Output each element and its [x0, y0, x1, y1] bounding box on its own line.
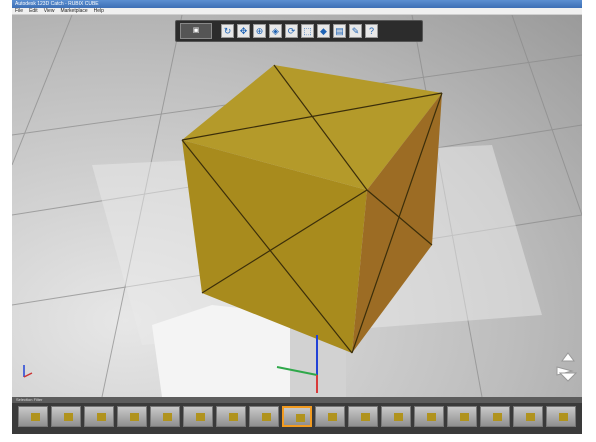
filmstrip-thumbnail[interactable]	[447, 406, 477, 427]
filmstrip-thumbnail[interactable]	[315, 406, 346, 427]
filmstrip-thumbnail[interactable]	[248, 406, 279, 427]
filmstrip-thumbnail[interactable]	[116, 406, 147, 427]
filmstrip-thumbnail[interactable]	[414, 406, 444, 427]
camera-icon[interactable]: ▣	[180, 23, 212, 39]
select-icon[interactable]: ⬚	[301, 24, 314, 38]
filmstrip-thumbnail[interactable]	[182, 406, 213, 427]
filmstrip-thumbnail[interactable]	[281, 406, 313, 427]
photo-filmstrip: Selection Filter	[12, 397, 582, 434]
filmstrip-thumbnail[interactable]	[18, 406, 48, 427]
menu-edit[interactable]: Edit	[29, 8, 38, 14]
zoom-icon[interactable]: ⊕	[253, 24, 266, 38]
filmstrip-title: Selection Filter	[16, 397, 43, 402]
window-title: Autodesk 123D Catch - RUBIX CUBE	[15, 1, 99, 7]
menu-marketplace[interactable]: Marketplace	[60, 8, 87, 14]
filmstrip-thumbnails	[12, 403, 582, 430]
menu-help[interactable]: Help	[94, 8, 104, 14]
filmstrip-thumbnail[interactable]	[215, 406, 246, 427]
window-title-bar: Autodesk 123D Catch - RUBIX CUBE	[12, 0, 582, 8]
scene-svg	[12, 15, 582, 397]
fit-icon[interactable]: ◈	[269, 24, 282, 38]
measure-icon[interactable]: ▤	[333, 24, 346, 38]
menu-view[interactable]: View	[44, 8, 55, 14]
help-icon[interactable]: ?	[365, 24, 378, 38]
settings-icon[interactable]: ✎	[349, 24, 362, 38]
filmstrip-thumbnail[interactable]	[348, 406, 379, 427]
rotate-icon[interactable]: ⟳	[285, 24, 298, 38]
filmstrip-thumbnail[interactable]	[50, 406, 81, 427]
3d-viewport[interactable]	[12, 15, 582, 397]
corner-axis-icon	[23, 365, 33, 378]
view-cube-icon[interactable]	[556, 352, 578, 382]
viewport-toolbar: ▣ ↻ ✥ ⊕ ◈ ⟳ ⬚ ◆ ▤ ✎ ?	[175, 20, 423, 42]
filmstrip-thumbnail[interactable]	[545, 406, 576, 427]
menu-bar: File Edit View Marketplace Help	[12, 8, 582, 15]
filmstrip-thumbnail[interactable]	[479, 406, 510, 427]
paint-icon[interactable]: ◆	[317, 24, 330, 38]
filmstrip-thumbnail[interactable]	[83, 406, 114, 427]
menu-file[interactable]: File	[15, 8, 23, 14]
filmstrip-thumbnail[interactable]	[149, 406, 180, 427]
orbit-icon[interactable]: ↻	[221, 24, 234, 38]
pan-icon[interactable]: ✥	[237, 24, 250, 38]
filmstrip-thumbnail[interactable]	[381, 406, 412, 427]
filmstrip-thumbnail[interactable]	[512, 406, 543, 427]
